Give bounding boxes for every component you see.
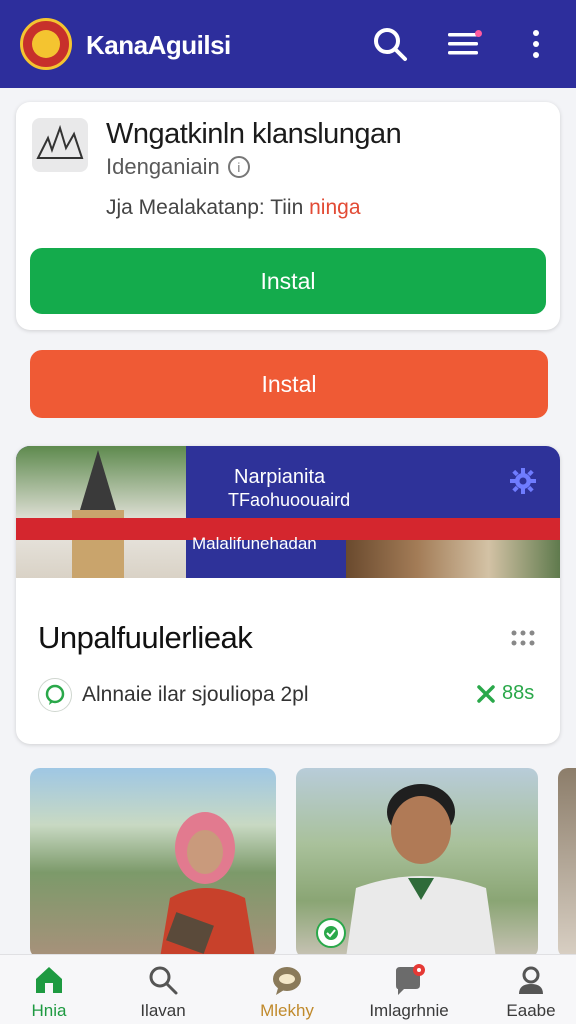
banner-strip-text: Malalifunehadan	[192, 534, 317, 553]
photo-card-partial[interactable]	[558, 768, 576, 958]
feature-subtitle: Alnnaie ilar sjouliopa 2pl	[82, 683, 309, 706]
bottom-nav: Hnia Ilavan Mlekhy Imlagrhnie Eaabe	[0, 954, 576, 1024]
photo-card-teacher[interactable]	[30, 768, 276, 958]
app-meta: Jja Mealakatanp: Tiin ninga	[106, 196, 361, 220]
feature-title: Unpalfuulerlieak	[38, 620, 253, 655]
nav-label-notifications: Imlagrhnie	[369, 1001, 449, 1020]
feature-card[interactable]: Narpianita TFaohuoouaird Malalifunehadan…	[16, 446, 560, 744]
dots-grid-icon[interactable]	[510, 628, 536, 648]
temple-tower-image	[80, 450, 116, 510]
chat-bubble-icon	[273, 967, 301, 995]
app-developer: Idenganiain i	[106, 154, 250, 180]
nav-label-search: Ilavan	[140, 1001, 186, 1020]
nav-label-messages: Mlekhy	[260, 1001, 314, 1020]
nav-label-home: Hnia	[31, 1001, 67, 1020]
nav-label-profile: Eaabe	[506, 1001, 556, 1020]
photo-card-student[interactable]	[296, 768, 538, 958]
feature-count: 88s	[476, 682, 534, 705]
check-badge-icon	[316, 918, 346, 948]
info-icon[interactable]: i	[227, 156, 250, 178]
feature-subtitle-row: Alnnaie ilar sjouliopa 2pl	[38, 678, 308, 712]
secondary-install-button[interactable]: Instal	[30, 350, 548, 418]
search-icon[interactable]	[370, 24, 410, 64]
developer-name: Idenganiain	[106, 154, 220, 179]
logo-emblem-icon	[20, 18, 72, 70]
nav-item-home[interactable]: Hnia	[0, 963, 104, 1023]
nav-item-search[interactable]: Ilavan	[108, 963, 218, 1023]
person-figure-image	[160, 812, 255, 958]
banner-title: Narpianita	[234, 466, 326, 488]
feature-banner: Narpianita TFaohuoouaird Malalifunehadan	[16, 446, 560, 578]
search-icon	[149, 966, 178, 995]
profile-icon	[519, 966, 543, 994]
count-value: 88s	[502, 682, 535, 704]
nav-item-notifications[interactable]: Imlagrhnie	[354, 963, 464, 1023]
app-name: Wngatkinln klanslungan	[106, 118, 402, 150]
nav-item-profile[interactable]: Eaabe	[476, 963, 576, 1023]
banner-crowd-photo	[346, 540, 560, 578]
nav-item-messages[interactable]: Mlekhy	[232, 963, 342, 1023]
gear-icon[interactable]	[508, 466, 538, 496]
menu-icon[interactable]	[444, 24, 484, 64]
app-bar: KanaAguilsi	[0, 0, 576, 88]
meta-highlight: ninga	[309, 196, 361, 219]
app-icon	[32, 118, 88, 172]
install-button[interactable]: Instal	[30, 248, 546, 314]
banner-subtitle: TFaohuoouaird	[228, 490, 351, 510]
home-icon	[36, 967, 62, 993]
notification-icon	[396, 964, 425, 995]
chat-icon	[38, 678, 72, 712]
student-figure-image	[346, 784, 496, 958]
app-title: KanaAguilsi	[86, 30, 231, 60]
more-vertical-icon[interactable]	[516, 24, 556, 64]
app-install-card: Wngatkinln klanslungan Idenganiain i Jja…	[16, 102, 560, 330]
cross-tools-icon	[477, 684, 495, 703]
notification-dot	[475, 30, 482, 37]
meta-text: Jja Mealakatanp: Tiin	[106, 196, 304, 219]
